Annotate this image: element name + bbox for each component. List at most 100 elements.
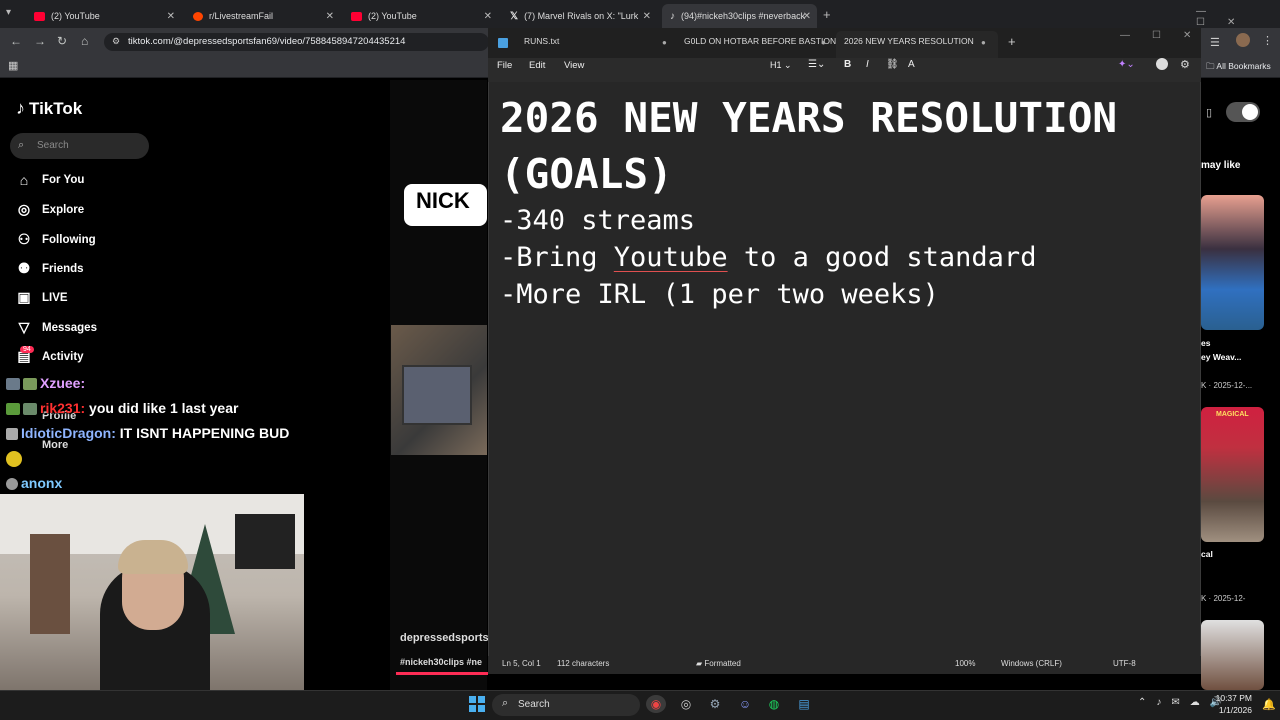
list-icon[interactable]: ☰⌄	[808, 59, 825, 70]
windows-start-icon[interactable]	[469, 696, 485, 712]
browser-tab-tiktok[interactable]: ♪ (94)#nickeh30clips #neverback ✕	[662, 4, 817, 28]
close-icon[interactable]: ✕	[803, 11, 811, 22]
shelf	[30, 534, 70, 634]
close-icon[interactable]: ✕	[643, 11, 651, 22]
home-icon[interactable]: ⌂	[81, 34, 88, 48]
clock-date: 1/1/2026	[1218, 705, 1252, 715]
tab-label: (2) YouTube	[51, 11, 100, 21]
italic-icon[interactable]: I	[866, 59, 869, 70]
clear-format-icon[interactable]: A	[908, 59, 915, 70]
bold-icon[interactable]: B	[844, 59, 851, 70]
nav-explore[interactable]: ◎ Explore	[16, 201, 84, 218]
phone-icon[interactable]: ▯	[1206, 106, 1212, 119]
home-icon: ⌂	[19, 172, 29, 188]
site-info-icon[interactable]: ⚙	[112, 36, 120, 47]
suggested-video-thumb[interactable]	[1201, 620, 1264, 690]
menu-view[interactable]: View	[564, 60, 584, 71]
zoom-level[interactable]: 100%	[955, 659, 975, 668]
reddit-icon	[193, 11, 203, 21]
nav-following[interactable]: ⚇ Following	[16, 231, 96, 248]
chat-message: IdioticDragon: IT ISNT HAPPENING BUD	[6, 425, 289, 441]
suggested-video-thumb[interactable]	[1201, 407, 1264, 542]
line-ending[interactable]: Windows (CRLF)	[1001, 659, 1062, 668]
nav-live[interactable]: ▣ LIVE	[16, 289, 67, 306]
chat-message: rik231: you did like 1 last year	[6, 400, 238, 416]
windows-taskbar	[0, 690, 1280, 720]
all-bookmarks[interactable]: 🗀 All Bookmarks	[1206, 61, 1271, 75]
settings-icon[interactable]: ⚙	[1180, 58, 1190, 71]
nav-label: For You	[42, 174, 85, 186]
spellcheck-word[interactable]: Youtube	[614, 242, 728, 273]
browser-tab-youtube-2[interactable]: (2) YouTube ✕	[343, 4, 498, 28]
clock[interactable]: 10:37 PM 1/1/2026	[1212, 692, 1252, 716]
suggested-title[interactable]: cal	[1201, 549, 1213, 559]
taskbar-search[interactable]: Search	[492, 694, 640, 716]
badge-icon	[6, 478, 18, 491]
notepad-document[interactable]: 2026 NEW YEARS RESOLUTION (GOALS) -340 s…	[500, 90, 1190, 313]
close-icon[interactable]: ✕	[326, 11, 334, 22]
spotify-icon[interactable]: ◍	[764, 695, 784, 713]
tiktok-logo[interactable]: ♪ TikTok	[16, 98, 82, 119]
chrome-icon[interactable]: ◉	[646, 695, 666, 713]
profile-avatar[interactable]	[1236, 33, 1250, 47]
thumb-overlay-text: MAGICAL	[1216, 411, 1249, 418]
url-field[interactable]: tiktok.com/@depressedsportsfan69/video/7…	[104, 33, 489, 51]
notepad-tab-gold[interactable]: G0LD ON HOTBAR BEFORE BASTION	[684, 36, 836, 46]
back-icon[interactable]: ←	[10, 34, 22, 48]
notepad-tab-resolution[interactable]: 2026 NEW YEARS RESOLUTION (GC	[844, 36, 974, 46]
tab-label: (2) YouTube	[368, 11, 417, 21]
account-icon[interactable]	[1156, 58, 1168, 70]
video-author[interactable]: depressedsports	[400, 632, 488, 644]
new-tab-icon[interactable]: +	[823, 7, 831, 22]
close-icon[interactable]: ✕	[484, 11, 492, 22]
tiktok-search-input[interactable]: Search	[10, 133, 149, 159]
emote-icon	[6, 451, 22, 468]
new-tab-icon[interactable]: +	[1008, 34, 1016, 49]
browser-tab-x[interactable]: 𝕏 (7) Marvel Rivals on X: "Lurk ✕	[502, 4, 657, 28]
steam-icon[interactable]: ⚙	[705, 695, 725, 713]
nav-messages[interactable]: ▽ Messages	[16, 319, 97, 336]
search-icon: ⌕	[18, 139, 25, 151]
reload-icon[interactable]: ↻	[57, 34, 67, 48]
notepad-window-controls[interactable]: —☐✕	[1120, 30, 1213, 41]
suggested-video-thumb[interactable]	[1201, 195, 1264, 330]
video-progress-bar[interactable]	[396, 672, 488, 675]
apps-icon[interactable]: ▦	[8, 59, 18, 72]
nav-label: Following	[42, 233, 96, 246]
friends-icon: ⚉	[17, 260, 31, 276]
copilot-icon[interactable]: ✦⌄	[1118, 59, 1135, 70]
nav-friends[interactable]: ⚉ Friends	[16, 260, 84, 277]
suggested-title[interactable]: ey Weav...	[1201, 352, 1241, 362]
menu-file[interactable]: File	[497, 60, 512, 71]
badge-icon	[23, 403, 37, 416]
close-icon[interactable]: ✕	[167, 11, 175, 22]
discord-icon[interactable]: ☺	[735, 695, 755, 713]
document-heading: 2026 NEW YEARS RESOLUTION (GOALS)	[500, 94, 1118, 198]
menu-icon[interactable]: ⋮	[1262, 34, 1273, 47]
chat-username: IdioticDragon:	[21, 425, 116, 441]
tab-search-icon[interactable]: ▾	[6, 7, 11, 18]
nav-for-you[interactable]: ⌂ For You	[16, 172, 85, 188]
video-hashtags[interactable]: #nickeh30clips #ne	[400, 657, 488, 667]
toggle-switch[interactable]	[1226, 102, 1260, 122]
forward-icon[interactable]: →	[34, 34, 46, 48]
browser-tab-reddit[interactable]: r/LivestreamFail ✕	[185, 4, 340, 28]
link-icon[interactable]: ⛓	[886, 59, 899, 70]
badge-icon	[23, 378, 37, 391]
heading-dropdown[interactable]: H1 ⌄	[770, 60, 792, 71]
notepad-taskbar-icon[interactable]: ▤	[794, 695, 814, 713]
window-controls[interactable]: —☐✕	[1196, 6, 1280, 28]
obs-icon[interactable]: ◎	[676, 695, 696, 713]
suggested-title[interactable]: es	[1201, 338, 1210, 348]
window	[235, 514, 295, 569]
format-status[interactable]: ▰ Formatted	[696, 659, 741, 668]
youtube-icon	[34, 11, 45, 21]
cursor-position: Ln 5, Col 1	[502, 659, 541, 668]
menu-edit[interactable]: Edit	[529, 60, 545, 71]
notification-icon[interactable]: 🔔	[1262, 698, 1276, 711]
notepad-tab-runs[interactable]: RUNS.txt	[524, 36, 559, 46]
messages-icon: ▽	[18, 319, 30, 335]
line-text: to a good standard	[727, 242, 1037, 273]
browser-tab-youtube-1[interactable]: (2) YouTube ✕	[26, 4, 181, 28]
encoding[interactable]: UTF-8	[1113, 659, 1136, 668]
